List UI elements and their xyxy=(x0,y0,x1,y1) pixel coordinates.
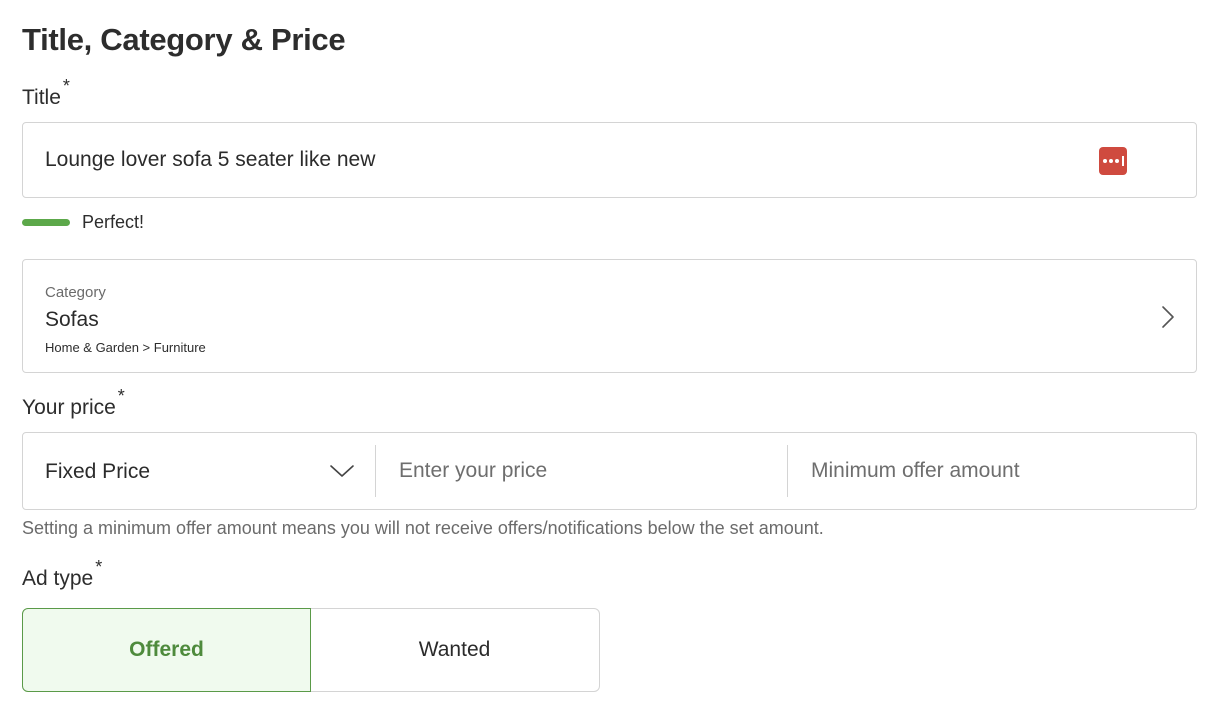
ad-type-wanted-button[interactable]: Wanted xyxy=(310,608,600,692)
price-label-text: Your price xyxy=(22,396,116,419)
price-divider xyxy=(787,445,788,497)
price-label: Your price * xyxy=(22,386,125,420)
price-divider xyxy=(375,445,376,497)
title-field xyxy=(22,122,1197,198)
section-heading: Title, Category & Price xyxy=(22,22,346,57)
category-label: Category xyxy=(45,284,106,301)
min-offer-helper-text: Setting a minimum offer amount means you… xyxy=(22,518,824,538)
required-asterisk: * xyxy=(95,557,103,577)
title-label-text: Title xyxy=(22,86,61,109)
ad-type-label: Ad type * xyxy=(22,557,102,591)
chevron-down-icon xyxy=(330,465,354,477)
price-input[interactable] xyxy=(399,433,779,509)
category-selector[interactable]: Category Sofas Home & Garden > Furniture xyxy=(22,259,1197,373)
category-value: Sofas xyxy=(45,308,99,331)
price-field-group: Fixed Price xyxy=(22,432,1197,510)
required-asterisk: * xyxy=(117,386,125,406)
title-label: Title * xyxy=(22,76,70,110)
password-manager-icon[interactable] xyxy=(1099,147,1127,175)
minimum-offer-input[interactable] xyxy=(811,433,1181,509)
ad-type-toggle: Offered Wanted xyxy=(22,608,600,692)
ad-type-offered-button[interactable]: Offered xyxy=(22,608,311,692)
required-asterisk: * xyxy=(62,76,70,96)
chevron-right-icon xyxy=(1162,306,1174,328)
title-strength-bar xyxy=(22,219,70,226)
ad-type-label-text: Ad type xyxy=(22,567,94,590)
price-type-value: Fixed Price xyxy=(45,460,151,483)
title-input[interactable] xyxy=(45,123,1085,197)
title-strength-text: Perfect! xyxy=(82,212,145,232)
category-path: Home & Garden > Furniture xyxy=(45,340,206,355)
price-type-select[interactable]: Fixed Price xyxy=(23,433,375,509)
